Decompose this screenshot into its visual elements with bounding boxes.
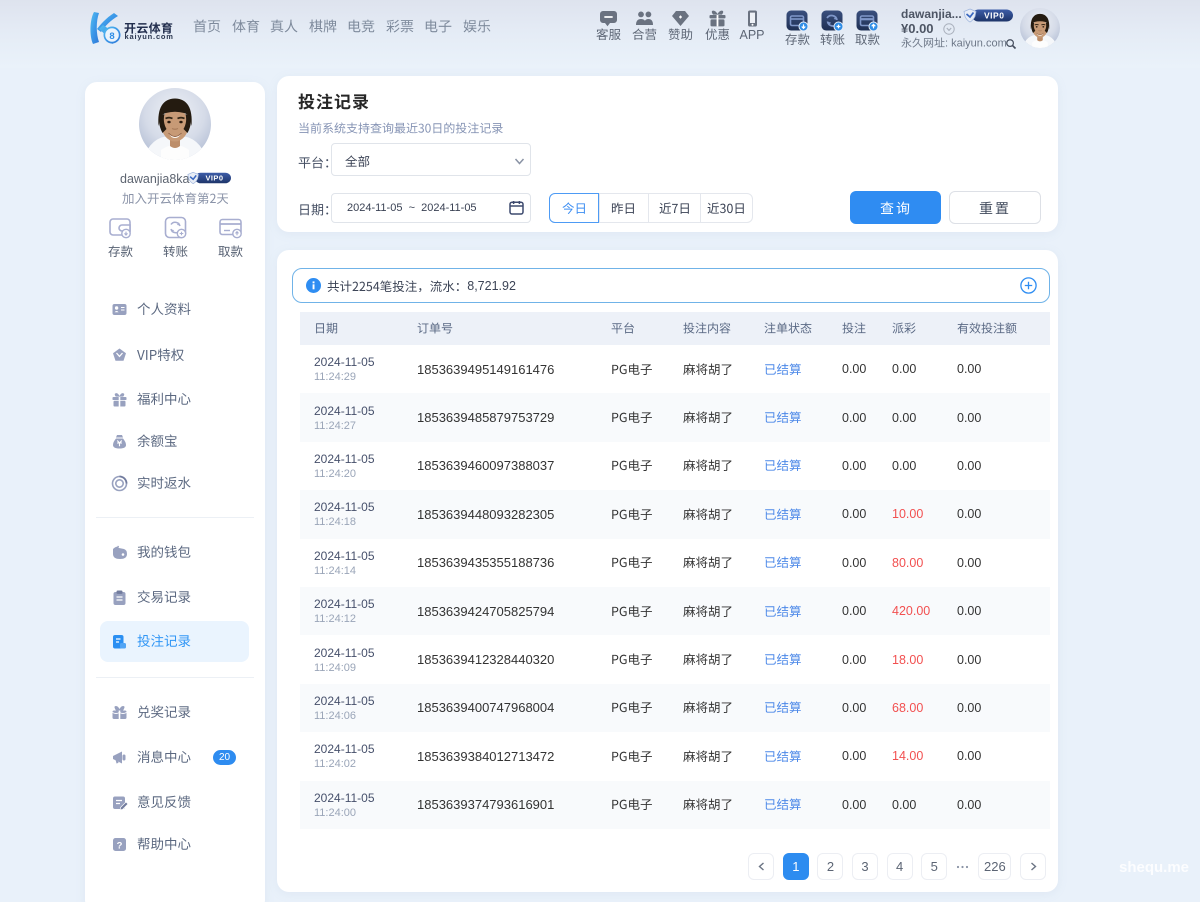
svg-text:VIP0: VIP0 xyxy=(205,174,223,183)
svg-text:VIP0: VIP0 xyxy=(984,11,1004,21)
svg-text:?: ? xyxy=(117,840,123,851)
svg-text:8: 8 xyxy=(109,31,114,42)
